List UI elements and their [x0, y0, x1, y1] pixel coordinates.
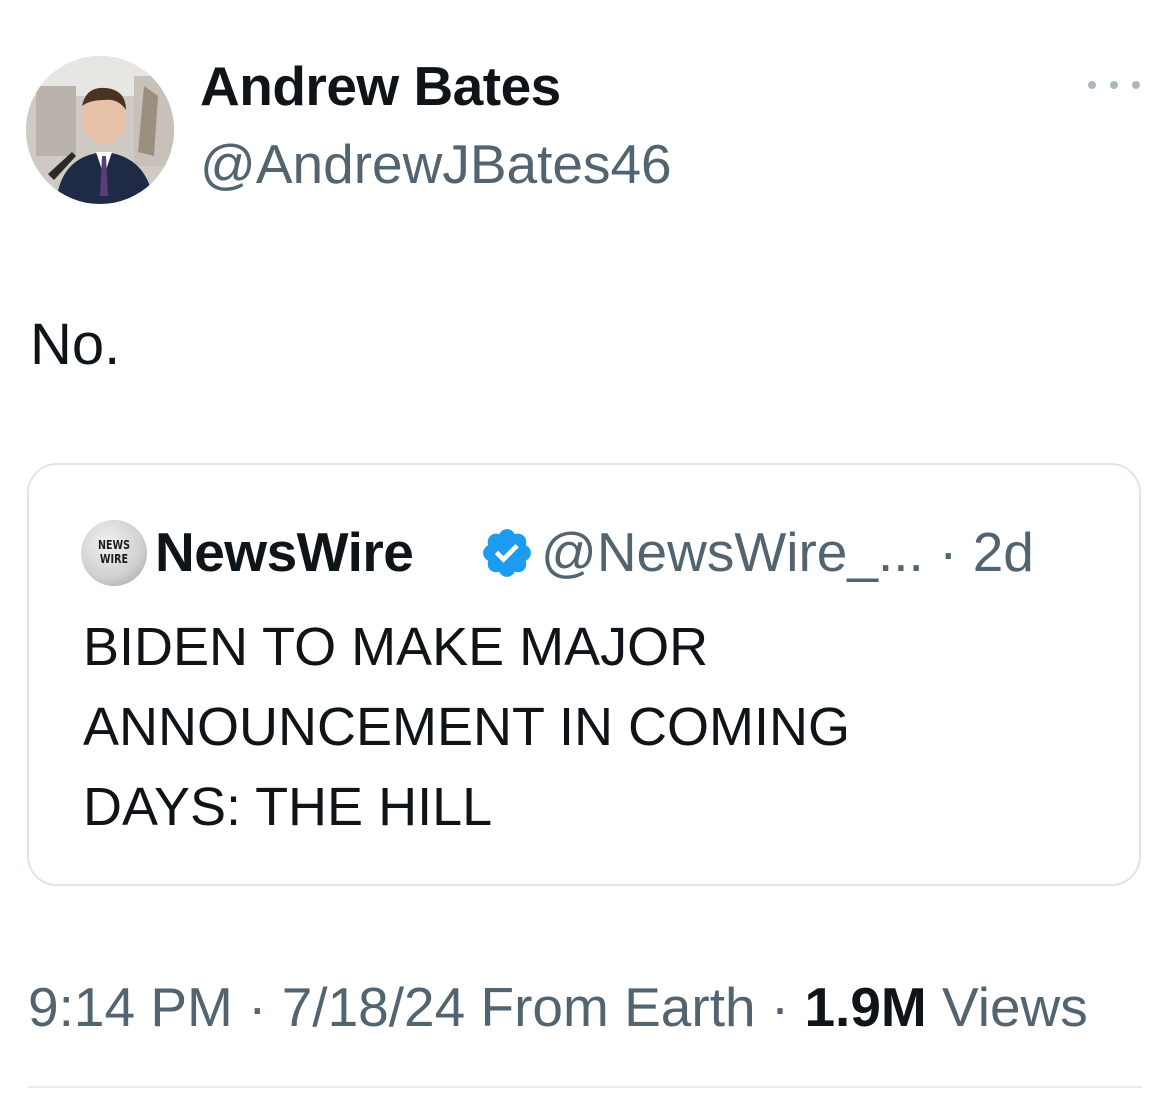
tweet-text: No. — [30, 312, 121, 377]
quote-author-avatar[interactable]: NEWS WIRE — [81, 520, 147, 586]
more-options-button[interactable] — [1088, 70, 1140, 100]
more-dot — [1110, 81, 1118, 89]
quote-author-handle[interactable]: @NewsWire_... · 2d — [541, 520, 1034, 584]
author-handle[interactable]: @AndrewJBates46 — [200, 132, 672, 196]
separator: · — [232, 976, 282, 1038]
quoted-tweet-card[interactable]: NEWS WIRE NewsWire @NewsWire_... · 2d BI… — [27, 463, 1141, 886]
verified-badge-icon — [483, 529, 531, 577]
tweet-time[interactable]: 9:14 PM — [28, 976, 233, 1038]
divider — [28, 1086, 1142, 1088]
quote-text: BIDEN TO MAKE MAJOR ANNOUNCEMENT IN COMI… — [83, 617, 851, 837]
more-dot — [1132, 81, 1140, 89]
views-label: Views — [942, 976, 1088, 1038]
avatar-logo-line1: NEWS — [97, 538, 131, 552]
author-display-name[interactable]: Andrew Bates — [200, 54, 561, 118]
author-avatar[interactable] — [26, 56, 174, 204]
avatar-logo-line2: WIRE — [99, 552, 129, 566]
tweet-meta: 9:14 PM · 7/18/24 From Earth · 1.9M View… — [28, 974, 1088, 1040]
tweet-date[interactable]: 7/18/24 — [282, 976, 466, 1038]
tweet-source: From Earth — [480, 976, 756, 1038]
separator: · — [755, 976, 805, 1038]
more-horizontal-icon — [1088, 81, 1096, 89]
avatar-photo — [26, 56, 174, 204]
quote-author-name[interactable]: NewsWire — [155, 520, 414, 584]
views-count: 1.9M — [804, 976, 927, 1038]
